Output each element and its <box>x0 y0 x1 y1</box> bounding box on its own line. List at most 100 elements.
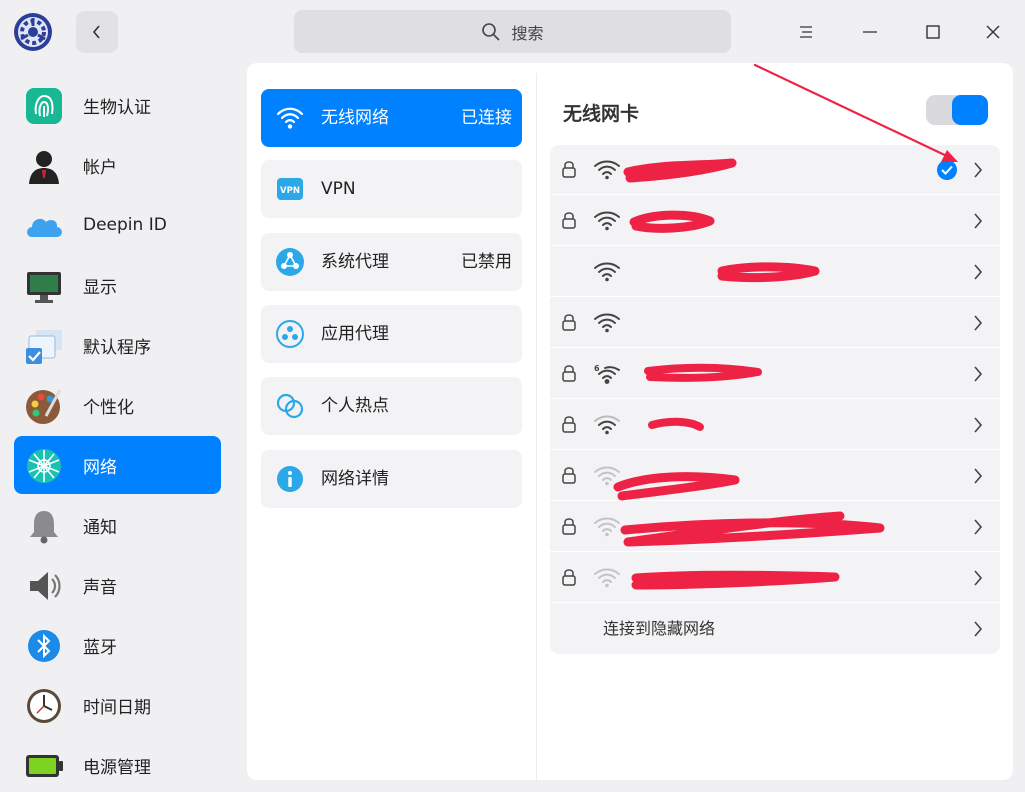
sidebar-item-label: Deepin ID <box>83 215 167 235</box>
lock-icon <box>562 365 576 382</box>
sidebar-item-account[interactable]: 帐户 <box>14 136 221 194</box>
sidebar-item-default-apps[interactable]: 默认程序 <box>14 316 221 374</box>
minimize-button[interactable] <box>853 15 887 49</box>
settings-app-icon <box>14 13 52 51</box>
minimize-icon <box>863 31 877 33</box>
wifi-signal-icon <box>594 313 620 333</box>
sidebar-item-label: 个性化 <box>83 397 134 418</box>
network-menu-hotspot[interactable]: 个人热点 <box>261 377 522 435</box>
toggle-knob <box>952 95 988 125</box>
wifi-network-row[interactable] <box>550 400 1000 450</box>
sidebar-item-network[interactable]: 网络 <box>14 436 221 494</box>
chevron-right-icon[interactable] <box>971 618 985 640</box>
chevron-right-icon[interactable] <box>971 465 985 487</box>
network-menu-label: 应用代理 <box>321 324 389 344</box>
network-menu-label: 系统代理 <box>321 252 389 272</box>
chevron-right-icon[interactable] <box>971 210 985 232</box>
sidebar-item-label: 通知 <box>83 517 117 538</box>
maximize-icon <box>926 25 940 39</box>
sidebar-item-personalization[interactable]: 个性化 <box>14 376 221 434</box>
network-menu-system-proxy[interactable]: 系统代理 已禁用 <box>261 233 522 291</box>
close-button[interactable] <box>976 15 1010 49</box>
chevron-right-icon[interactable] <box>971 363 985 385</box>
wifi-network-row[interactable] <box>550 502 1000 552</box>
sidebar-item-display[interactable]: 显示 <box>14 256 221 314</box>
wlan-card-title: 无线网卡 <box>563 103 640 125</box>
wifi-network-row[interactable] <box>550 553 1000 603</box>
wifi-network-row[interactable] <box>550 145 1000 195</box>
sidebar-item-label: 显示 <box>83 277 117 298</box>
sidebar-item-label: 电源管理 <box>83 757 151 778</box>
fingerprint-icon <box>26 88 62 124</box>
chevron-right-icon[interactable] <box>971 159 985 181</box>
chevron-right-icon[interactable] <box>971 261 985 283</box>
battery-icon <box>26 755 63 777</box>
title-bar: 搜索 <box>0 0 1025 63</box>
wifi-network-row[interactable] <box>550 196 1000 246</box>
network-menu-wireless[interactable]: 无线网络 已连接 <box>261 89 522 147</box>
wlan-toggle[interactable] <box>926 95 988 125</box>
wifi-network-list: 6 连接到隐藏网络 <box>550 145 1000 654</box>
sidebar-item-notification[interactable]: 通知 <box>14 496 221 554</box>
wifi-icon <box>276 107 304 129</box>
sidebar-item-label: 生物认证 <box>83 97 151 118</box>
chevron-right-icon[interactable] <box>971 567 985 589</box>
sidebar-item-biometric[interactable]: 生物认证 <box>14 76 221 134</box>
menu-button[interactable] <box>789 15 823 49</box>
wifi-network-row[interactable]: 6 <box>550 349 1000 399</box>
sidebar: 生物认证 帐户 Deepin ID 显示 默认程序 个性化 网络 通知 声音 蓝… <box>0 63 235 792</box>
wifi-signal-icon <box>594 466 620 486</box>
sidebar-item-sound[interactable]: 声音 <box>14 556 221 614</box>
maximize-button[interactable] <box>916 15 950 49</box>
default-apps-icon <box>26 330 62 364</box>
wifi6-signal-icon: 6 <box>594 364 620 384</box>
svg-text:VPN: VPN <box>280 186 300 196</box>
sidebar-item-power[interactable]: 电源管理 <box>14 736 221 792</box>
network-menu-label: 网络详情 <box>321 469 389 489</box>
sidebar-item-bluetooth[interactable]: 蓝牙 <box>14 616 221 674</box>
network-menu-vpn[interactable]: VPN VPN <box>261 160 522 218</box>
hamburger-icon <box>800 26 812 38</box>
lock-icon <box>562 416 576 433</box>
lock-icon <box>562 569 576 586</box>
connected-check-icon <box>937 160 957 180</box>
chevron-right-icon[interactable] <box>971 312 985 334</box>
back-button[interactable] <box>76 11 118 53</box>
hidden-network-label: 连接到隐藏网络 <box>603 619 716 638</box>
wifi-signal-icon <box>594 262 620 282</box>
wifi-signal-icon <box>594 517 620 537</box>
chevron-right-icon[interactable] <box>971 414 985 436</box>
system-proxy-icon <box>276 248 304 276</box>
wifi-signal-icon <box>594 211 620 231</box>
search-icon <box>482 22 501 41</box>
lock-icon <box>562 314 576 331</box>
sidebar-item-label: 帐户 <box>83 157 117 178</box>
sidebar-item-label: 声音 <box>83 577 117 598</box>
cloud-icon <box>27 218 62 237</box>
sidebar-item-label: 网络 <box>83 457 117 478</box>
network-menu-status: 已连接 <box>461 108 512 128</box>
lock-icon <box>562 467 576 484</box>
network-menu-details[interactable]: 网络详情 <box>261 450 522 508</box>
wifi-network-row[interactable] <box>550 451 1000 501</box>
network-menu-label: VPN <box>321 179 356 199</box>
close-icon <box>986 25 1000 39</box>
network-menu-app-proxy[interactable]: 应用代理 <box>261 305 522 363</box>
search-input[interactable]: 搜索 <box>294 10 731 53</box>
lock-icon <box>562 161 576 178</box>
column-divider <box>536 73 537 780</box>
sidebar-item-deepin-id[interactable]: Deepin ID <box>14 196 221 254</box>
sidebar-item-label: 蓝牙 <box>83 637 117 658</box>
network-icon <box>27 449 61 483</box>
wifi-network-row[interactable] <box>550 298 1000 348</box>
hidden-network-row[interactable]: 连接到隐藏网络 <box>550 604 1000 654</box>
clock-icon <box>27 689 61 723</box>
speaker-icon <box>30 572 61 600</box>
chevron-left-icon <box>92 25 100 39</box>
chevron-right-icon[interactable] <box>971 516 985 538</box>
search-placeholder: 搜索 <box>511 23 544 43</box>
sidebar-item-datetime[interactable]: 时间日期 <box>14 676 221 734</box>
wifi-network-row[interactable] <box>550 247 1000 297</box>
sidebar-item-label: 默认程序 <box>83 337 151 358</box>
network-menu-status: 已禁用 <box>461 252 512 272</box>
